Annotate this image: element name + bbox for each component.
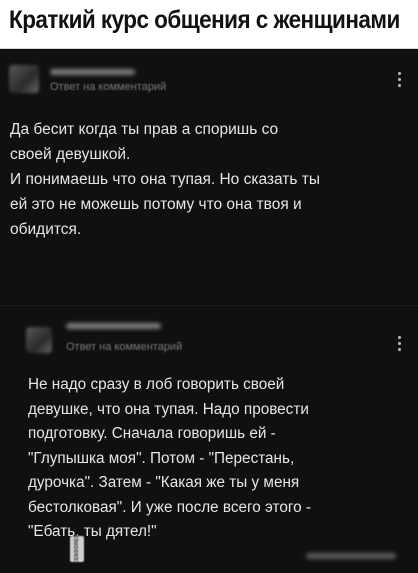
reply-label[interactable]: Ответ на комментарий [66, 341, 182, 353]
reply-comment-card: Ответ на комментарий Не надо сразу в лоб… [0, 309, 418, 573]
avatar[interactable] [9, 65, 39, 93]
post-header: Краткий курс общения с женщинами [0, 0, 418, 49]
more-vertical-icon[interactable] [398, 72, 402, 90]
page-title: Краткий курс общения с женщинами [9, 6, 400, 34]
username-redacted [66, 323, 161, 329]
watermark [306, 553, 396, 559]
divider [0, 305, 418, 306]
username-redacted [50, 69, 135, 75]
more-vertical-icon[interactable] [398, 336, 402, 354]
comment-text: Да бесит когда ты прав а споришь со свое… [10, 121, 321, 238]
censored-stamp-text: CENSORED [74, 534, 80, 564]
comment-text: Не надо сразу в лоб говорить своей девуш… [28, 376, 311, 540]
avatar[interactable] [26, 327, 52, 353]
reply-label[interactable]: Ответ на комментарий [50, 81, 166, 93]
comment-card: Ответ на комментарий Да бесит когда ты п… [0, 49, 418, 309]
censored-stamp: CENSORED [70, 534, 84, 564]
